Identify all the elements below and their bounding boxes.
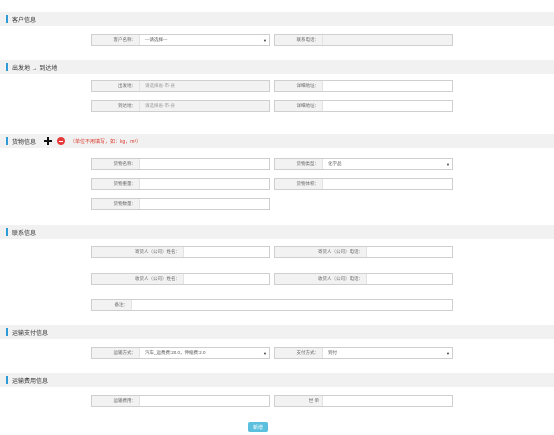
section-band-payment: [0, 325, 554, 339]
section-band-route: [0, 60, 554, 74]
cargo-name-field[interactable]: 货物名称：: [91, 158, 270, 170]
customer-phone-field[interactable]: 联系电话：: [274, 34, 453, 46]
section-title-cargo: 货物信息: [6, 137, 36, 146]
section-band-contact: [0, 225, 554, 239]
cost-unit-field[interactable]: 世 单: [274, 395, 453, 407]
origin-region-field[interactable]: 出发地： 请选择省-市-县: [91, 80, 270, 92]
cargo-count-field[interactable]: 货物数量：: [91, 198, 270, 210]
section-marker: [6, 228, 8, 236]
cargo-unit-note: （单位不用填写，如：kg，m³）: [70, 139, 142, 145]
receiver-name-field[interactable]: 收货人（公司）姓名：: [91, 273, 270, 285]
section-title-customer: 客户信息: [6, 15, 36, 24]
transport-method-select[interactable]: 运输方式： 汽车_运费费:20.0，伸缩费:2.0 ▼: [91, 347, 270, 359]
cargo-volume-field[interactable]: 货物体积：: [274, 178, 453, 190]
section-title-route: 出发地 → 到达地: [6, 63, 57, 72]
section-title-contact: 联系信息: [6, 228, 36, 237]
sender-name-field[interactable]: 寄货人（公司）姓名：: [91, 246, 270, 258]
cargo-weight-field[interactable]: 货物重量：: [91, 178, 270, 190]
remove-cargo-icon[interactable]: [57, 137, 65, 145]
section-title-fee: 运输费用信息: [6, 376, 48, 385]
section-marker: [6, 376, 8, 384]
section-title-payment: 运输支付信息: [6, 328, 48, 337]
section-marker: [6, 15, 8, 23]
sender-phone-field[interactable]: 寄货人（公司）电话：: [274, 246, 453, 258]
remark-field[interactable]: 备注：: [91, 299, 453, 311]
receiver-phone-field[interactable]: 收货人（公司）电话：: [274, 273, 453, 285]
destination-region-field[interactable]: 到达地： 请选择省-市-县: [91, 100, 270, 112]
chevron-down-icon: ▼: [263, 350, 267, 356]
section-marker: [6, 63, 8, 71]
section-band-customer: [0, 12, 554, 26]
section-marker: [6, 328, 8, 336]
origin-address-field[interactable]: 详细地址：: [274, 80, 453, 92]
add-cargo-icon[interactable]: [44, 137, 52, 145]
customer-name-select[interactable]: 客户名称： ---请选择--- ▼: [91, 34, 270, 46]
destination-address-field[interactable]: 详细地址：: [274, 100, 453, 112]
section-marker: [6, 137, 8, 145]
transport-cost-field[interactable]: 运输费用：: [91, 395, 270, 407]
payment-method-select[interactable]: 支付方式： 到付 ▼: [274, 347, 453, 359]
section-band-fee: [0, 373, 554, 387]
chevron-down-icon: ▼: [446, 161, 450, 167]
chevron-down-icon: ▼: [263, 37, 267, 43]
cargo-type-select[interactable]: 货物类型： 化学品 ▼: [274, 158, 453, 170]
chevron-down-icon: ▼: [446, 350, 450, 356]
submit-button[interactable]: 新增: [248, 422, 268, 432]
